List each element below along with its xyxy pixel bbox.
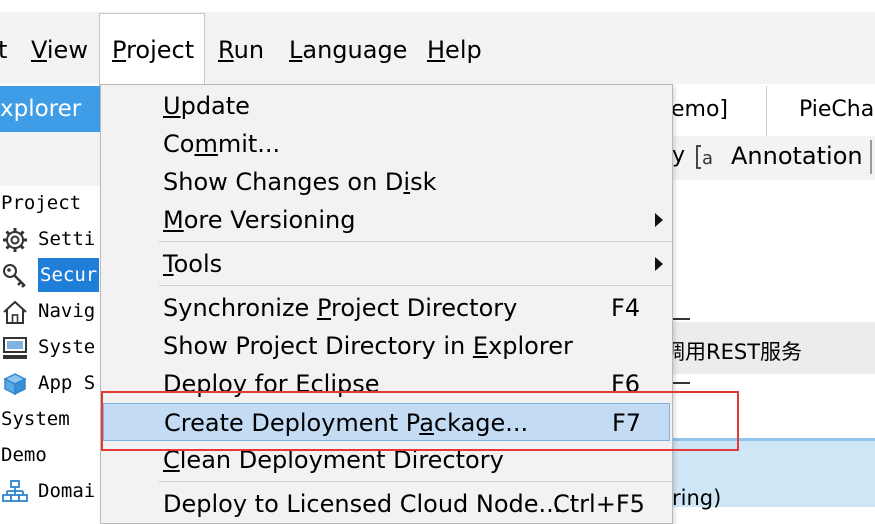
tree-item-project[interactable]: Project xyxy=(0,186,100,220)
connector-line-2 xyxy=(672,382,690,384)
submenu-arrow-icon xyxy=(655,213,663,227)
menu-item-show-project-directory[interactable]: Show Project Directory in Explorer xyxy=(101,327,672,365)
menu-run[interactable]: Run xyxy=(218,34,264,66)
submenu-arrow-icon xyxy=(655,257,663,271)
tree-item-settings[interactable]: Setti xyxy=(0,222,100,256)
explorer-tab-label: xplorer xyxy=(0,96,82,122)
shortcut-label: F4 xyxy=(611,294,641,322)
connector-line xyxy=(672,318,690,320)
tree-item-system-module[interactable]: System xyxy=(0,402,100,436)
domain-icon xyxy=(2,479,28,505)
gear-icon xyxy=(2,227,28,253)
menu-language[interactable]: Language xyxy=(289,34,407,66)
system-icon xyxy=(2,335,28,361)
menu-item-synchronize-project-directory[interactable]: Synchronize Project Directory F4 xyxy=(101,289,672,327)
annotation-icon[interactable]: a xyxy=(695,144,717,170)
menu-item-deploy-to-cloud-node[interactable]: Deploy to Licensed Cloud Node... Ctrl+F5 xyxy=(101,485,672,523)
tab-divider xyxy=(766,86,767,136)
tree-item-system[interactable]: Syste xyxy=(0,330,100,364)
highlight-annotation-box xyxy=(101,391,739,451)
key-icon xyxy=(2,263,28,289)
tab-demo[interactable]: emo] xyxy=(671,97,728,122)
menu-item-commit[interactable]: Commit... xyxy=(101,125,672,163)
menu-project[interactable]: Project xyxy=(112,34,194,66)
tree-item-domain[interactable]: Domai xyxy=(0,474,100,508)
editor-row-text: 调用REST服务 xyxy=(664,340,803,364)
menu-item-update[interactable]: Update xyxy=(101,87,672,125)
project-tree: Project Setti Secur Navig Syste App S Sy… xyxy=(0,186,100,507)
title-bar-strip xyxy=(0,0,875,12)
home-icon xyxy=(2,299,28,325)
menu-item-show-changes[interactable]: Show Changes on Disk xyxy=(101,163,672,201)
menu-view[interactable]: View xyxy=(31,34,88,66)
toolbar-fragment: y xyxy=(672,143,686,168)
menu-item-tools[interactable]: Tools xyxy=(101,245,672,283)
cube-icon xyxy=(2,371,28,397)
tree-item-navigation[interactable]: Navig xyxy=(0,294,100,328)
tab-piechart[interactable]: PieChar xyxy=(799,97,875,122)
project-dropdown-menu: Update Commit... Show Changes on Disk Mo… xyxy=(100,84,673,524)
menu-edit[interactable]: t xyxy=(0,34,7,66)
menu-item-more-versioning[interactable]: More Versioning xyxy=(101,201,672,239)
toolbar-separator xyxy=(870,140,872,174)
menu-help[interactable]: Help xyxy=(427,34,482,66)
editor-bottom-fragment: ring) xyxy=(672,486,722,510)
menu-separator xyxy=(159,285,672,286)
tree-item-app-services[interactable]: App S xyxy=(0,366,100,400)
explorer-tab[interactable]: xplorer xyxy=(0,86,100,132)
svg-text:a: a xyxy=(702,148,713,169)
menu-separator xyxy=(159,241,672,242)
tree-item-security[interactable]: Secur xyxy=(0,258,100,292)
annotation-button[interactable]: Annotation xyxy=(731,142,863,170)
menu-separator xyxy=(159,481,672,482)
shortcut-label: Ctrl+F5 xyxy=(553,490,645,518)
tree-item-demo[interactable]: Demo xyxy=(0,438,100,472)
